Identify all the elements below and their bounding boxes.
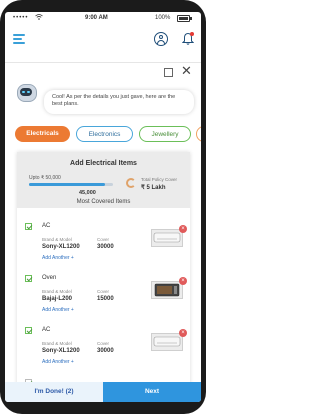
next-button[interactable]: Next bbox=[103, 382, 201, 402]
item-name: Oven bbox=[42, 275, 57, 281]
close-icon[interactable]: ✕ bbox=[181, 64, 192, 77]
item-name: AC bbox=[42, 223, 51, 229]
ac-image bbox=[151, 333, 183, 351]
list-item: AC Brand & Model Cover Sony-XL1200 30000… bbox=[17, 220, 190, 270]
action-bar: I'm Done! (2) Next bbox=[5, 382, 201, 402]
profile-icon[interactable] bbox=[154, 32, 168, 46]
upto-label: Upto ₹ 50,000 bbox=[29, 175, 61, 181]
app-screen: ••••• 9:00 AM 100% ✕ Cool! As per the de… bbox=[5, 12, 201, 402]
tab-jewellery[interactable]: Jewellery bbox=[139, 126, 191, 142]
category-tabs: Electricals Electronics Jewellery bbox=[5, 126, 201, 144]
cover-ring-icon bbox=[126, 178, 136, 188]
tab-more[interactable] bbox=[196, 126, 201, 142]
brand-model-label: Brand & Model bbox=[42, 237, 72, 242]
items-panel: Add Electrical Items Upto ₹ 50,000 45,00… bbox=[17, 152, 190, 402]
ac-image bbox=[151, 229, 183, 247]
total-cover-label: Total Policy Cover bbox=[141, 177, 178, 182]
add-another-link[interactable]: Add Another + bbox=[42, 307, 74, 313]
app-bar bbox=[5, 26, 201, 56]
phone-frame: ••••• 9:00 AM 100% ✕ Cool! As per the de… bbox=[0, 0, 206, 414]
chatbot-avatar bbox=[17, 84, 37, 102]
header-divider bbox=[5, 62, 201, 63]
brand-model-value: Sony-XL1200 bbox=[42, 244, 80, 250]
brand-model-label: Brand & Model bbox=[42, 341, 72, 346]
brand-model-value: Bajaj-L200 bbox=[42, 296, 73, 302]
section-title: Most Covered Items bbox=[76, 199, 131, 205]
chat-message: Cool! As per the details you just gave, … bbox=[44, 90, 194, 114]
cover-label: Cover bbox=[97, 289, 110, 294]
battery-icon bbox=[177, 15, 192, 22]
add-another-link[interactable]: Add Another + bbox=[42, 255, 74, 261]
slider-value: 45,000 bbox=[79, 190, 96, 196]
cover-value: 15000 bbox=[97, 296, 114, 302]
cover-value: 30000 bbox=[97, 348, 114, 354]
amount-slider[interactable] bbox=[29, 183, 113, 186]
oven-image bbox=[151, 281, 183, 299]
item-name: AC bbox=[42, 327, 51, 333]
remove-item-icon[interactable]: × bbox=[179, 225, 187, 233]
list-item: Oven Brand & Model Cover Bajaj-L200 1500… bbox=[17, 272, 190, 322]
total-cover-value: ₹ 5 Lakh bbox=[141, 185, 166, 191]
notification-badge bbox=[190, 32, 194, 36]
status-bar: ••••• 9:00 AM 100% bbox=[5, 12, 201, 24]
add-another-link[interactable]: Add Another + bbox=[42, 359, 74, 365]
status-time: 9:00 AM bbox=[85, 15, 108, 21]
list-item: AC Brand & Model Cover Sony-XL1200 30000… bbox=[17, 324, 190, 374]
brand-model-label: Brand & Model bbox=[42, 289, 72, 294]
item-checkbox[interactable] bbox=[25, 275, 32, 282]
wifi-icon bbox=[35, 14, 43, 22]
brand-model-value: Sony-XL1200 bbox=[42, 348, 80, 354]
notification-bell-icon[interactable] bbox=[181, 32, 195, 46]
battery-percent: 100% bbox=[155, 15, 171, 21]
cover-label: Cover bbox=[97, 341, 110, 346]
minimize-icon[interactable] bbox=[164, 68, 173, 77]
tab-electricals[interactable]: Electricals bbox=[15, 126, 70, 142]
menu-icon[interactable] bbox=[13, 34, 25, 44]
cover-value: 30000 bbox=[97, 244, 114, 250]
panel-header: Add Electrical Items Upto ₹ 50,000 45,00… bbox=[17, 152, 190, 208]
item-checkbox[interactable] bbox=[25, 223, 32, 230]
im-done-button[interactable]: I'm Done! (2) bbox=[5, 382, 103, 402]
tab-electronics[interactable]: Electronics bbox=[76, 126, 133, 142]
cover-label: Cover bbox=[97, 237, 110, 242]
remove-item-icon[interactable]: × bbox=[179, 329, 187, 337]
slider-fill bbox=[29, 183, 105, 186]
item-checkbox[interactable] bbox=[25, 327, 32, 334]
panel-title: Add Electrical Items bbox=[70, 160, 137, 167]
signal-indicator: ••••• bbox=[13, 15, 29, 21]
remove-item-icon[interactable]: × bbox=[179, 277, 187, 285]
